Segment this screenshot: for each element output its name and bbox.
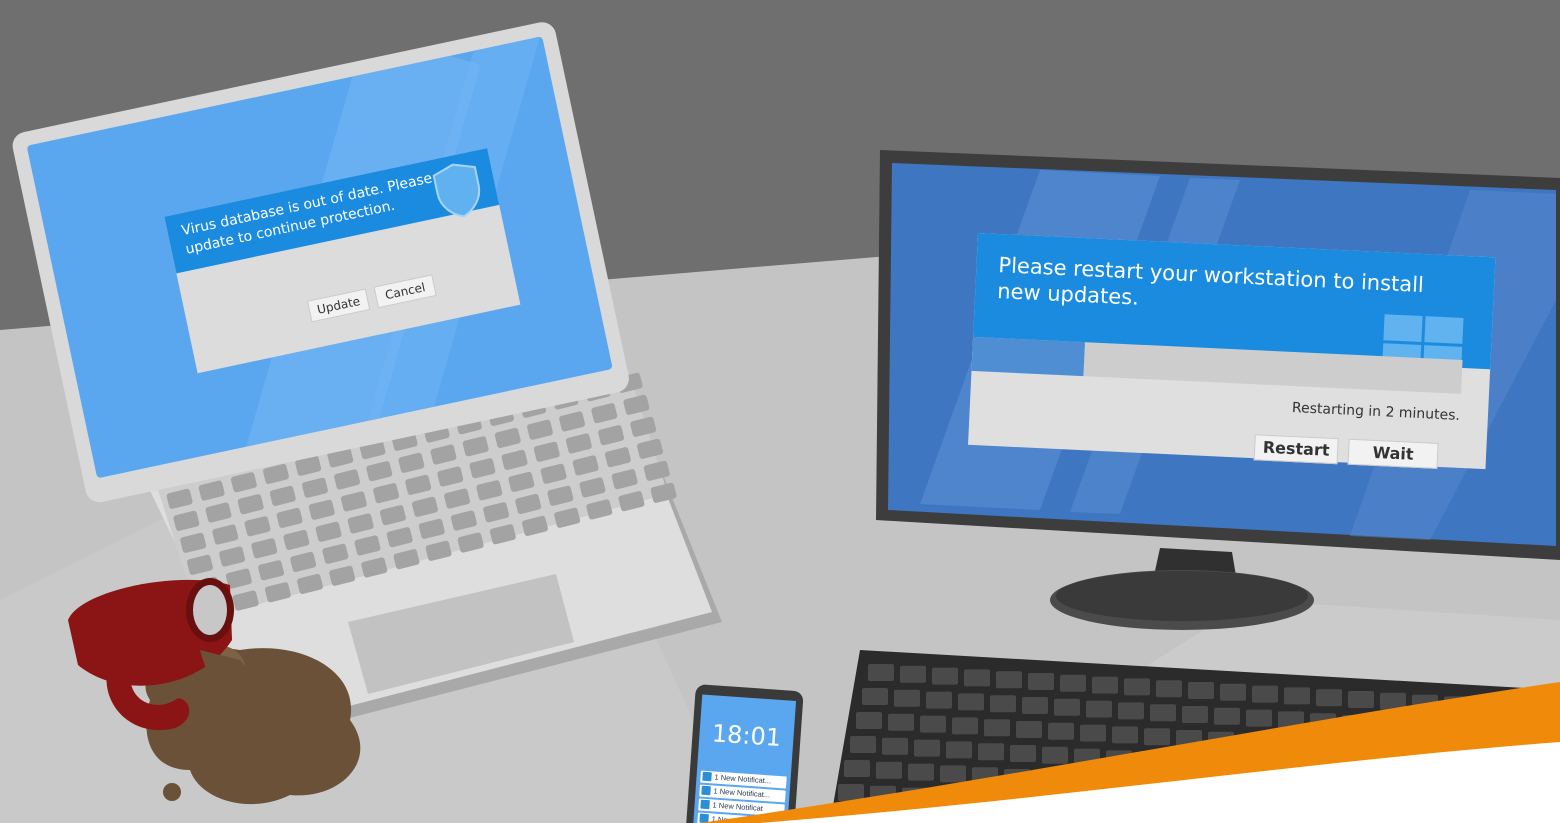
brand-accent-swoosh — [700, 682, 1560, 823]
workspace-illustration: Virus database is out of date. Please up… — [0, 0, 1560, 823]
